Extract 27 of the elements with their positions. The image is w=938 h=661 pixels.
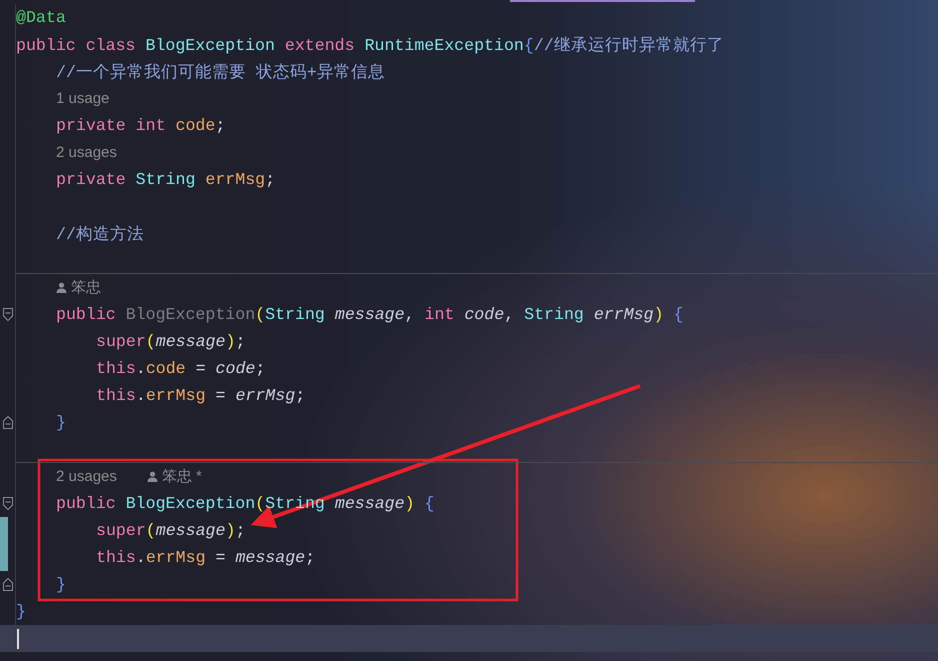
usages-hint[interactable]: 2 usages [56,144,117,160]
usages-hint[interactable]: 2 usages [56,468,117,485]
code-line: } [16,602,26,621]
code-line: this.errMsg = message; [96,548,316,567]
author-hint: 笨忠 [71,278,101,296]
code-line: @Data [16,8,66,27]
code-line: //一个异常我们可能需要 状态码+异常信息 [56,62,385,82]
code-line: super(message); [96,332,246,351]
code-line: this.code = code; [96,359,266,378]
fold-icon[interactable] [3,578,13,591]
code-line: } [56,413,66,432]
code-line: private int code; [56,116,226,135]
code-line: super(message); [96,521,246,540]
code-line: this.errMsg = errMsg; [96,386,306,405]
person-icon [56,282,67,292]
fold-icon[interactable] [3,308,13,321]
code-line: //构造方法 [56,224,144,244]
fold-icon[interactable] [3,416,13,429]
code-line: public BlogException(String message, int code, String errMsg) { [56,305,684,324]
author-hint: 笨忠 * [162,467,202,486]
fold-icon[interactable] [3,497,13,510]
code-line: private String errMsg; [56,170,276,189]
code-line: public class BlogException extends RuntimeException{//继承运行时异常就行了 [16,36,724,54]
person-icon [146,471,158,482]
code-line: } [56,575,66,594]
usages-hint[interactable]: 1 usage [56,90,110,106]
text-caret [17,628,19,648]
